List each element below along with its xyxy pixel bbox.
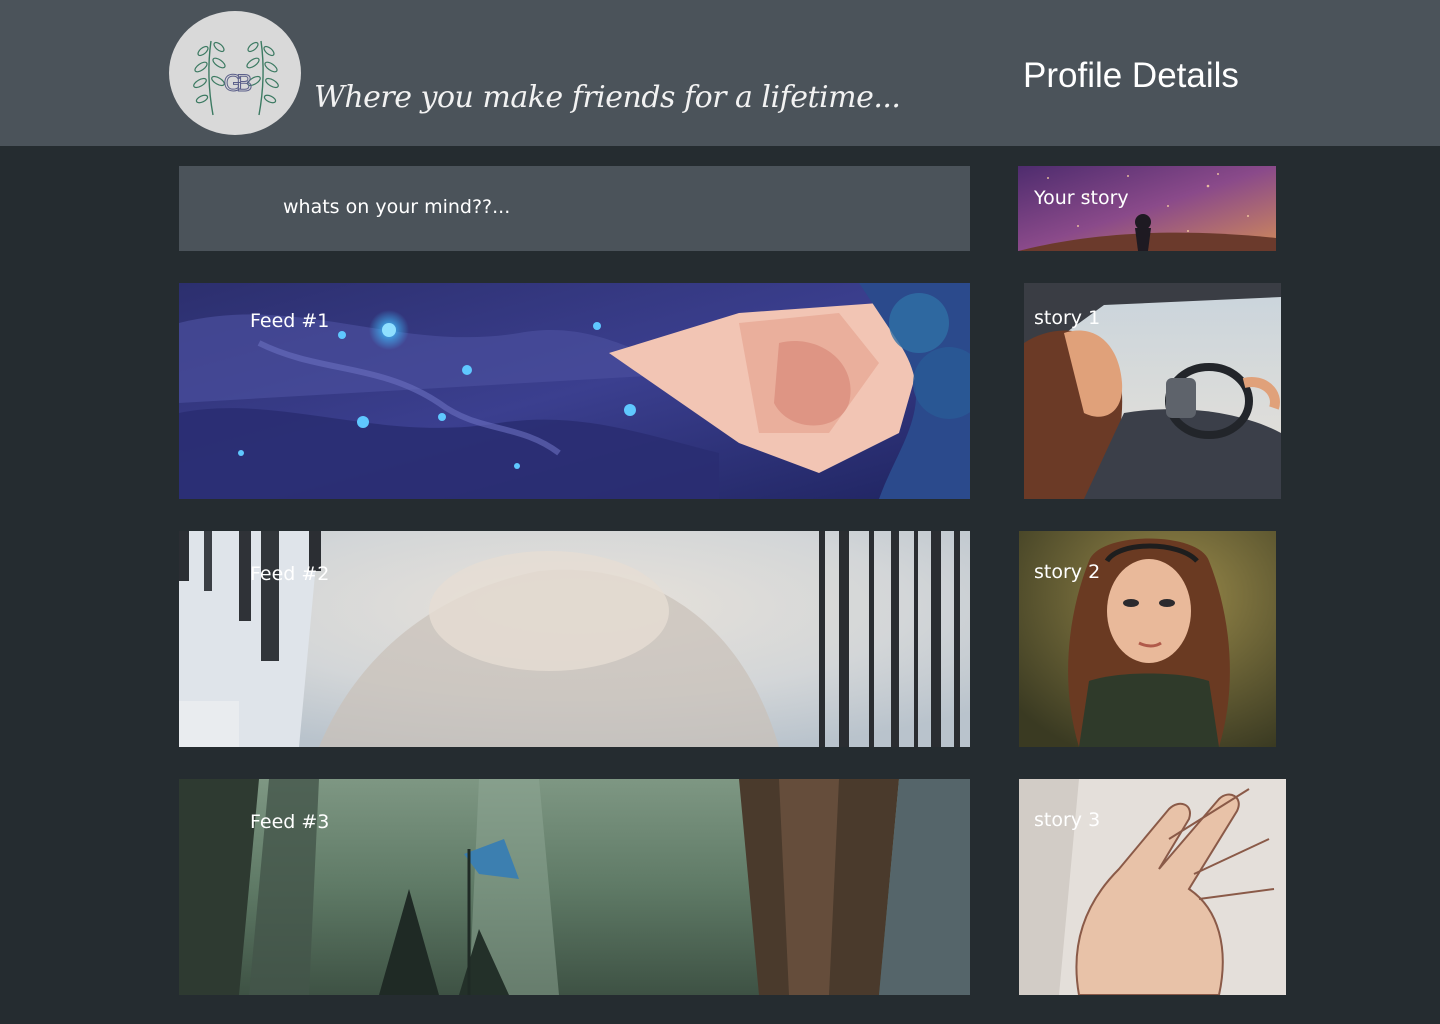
story-1-label: story 1 [1034,307,1101,329]
feed-card-2[interactable]: Feed #2 [179,531,970,747]
your-story-card[interactable]: Your story [1018,166,1276,251]
feed-1-label: Feed #1 [250,310,330,332]
logo-emblem: GB [193,40,279,116]
story-card-1[interactable]: story 1 [1024,283,1281,499]
site-logo[interactable]: GB [169,11,301,135]
story-card-3[interactable]: story 3 [1019,779,1286,995]
story-card-2[interactable]: story 2 [1019,531,1276,747]
feed-card-3[interactable]: Feed #3 [179,779,970,995]
story-3-label: story 3 [1034,809,1101,831]
feed-3-label: Feed #3 [250,811,330,833]
post-composer[interactable]: whats on your mind??... [179,166,970,251]
site-tagline: Where you make friends for a lifetime... [314,80,901,115]
your-story-label: Your story [1034,187,1129,209]
profile-details-link[interactable]: Profile Details [1023,56,1239,96]
composer-placeholder: whats on your mind??... [283,196,511,218]
site-header: GB Where you make friends for a lifetime… [0,0,1440,146]
story-2-label: story 2 [1034,561,1101,583]
feed-card-1[interactable]: Feed #1 [179,283,970,499]
feed-2-label: Feed #2 [250,563,330,585]
